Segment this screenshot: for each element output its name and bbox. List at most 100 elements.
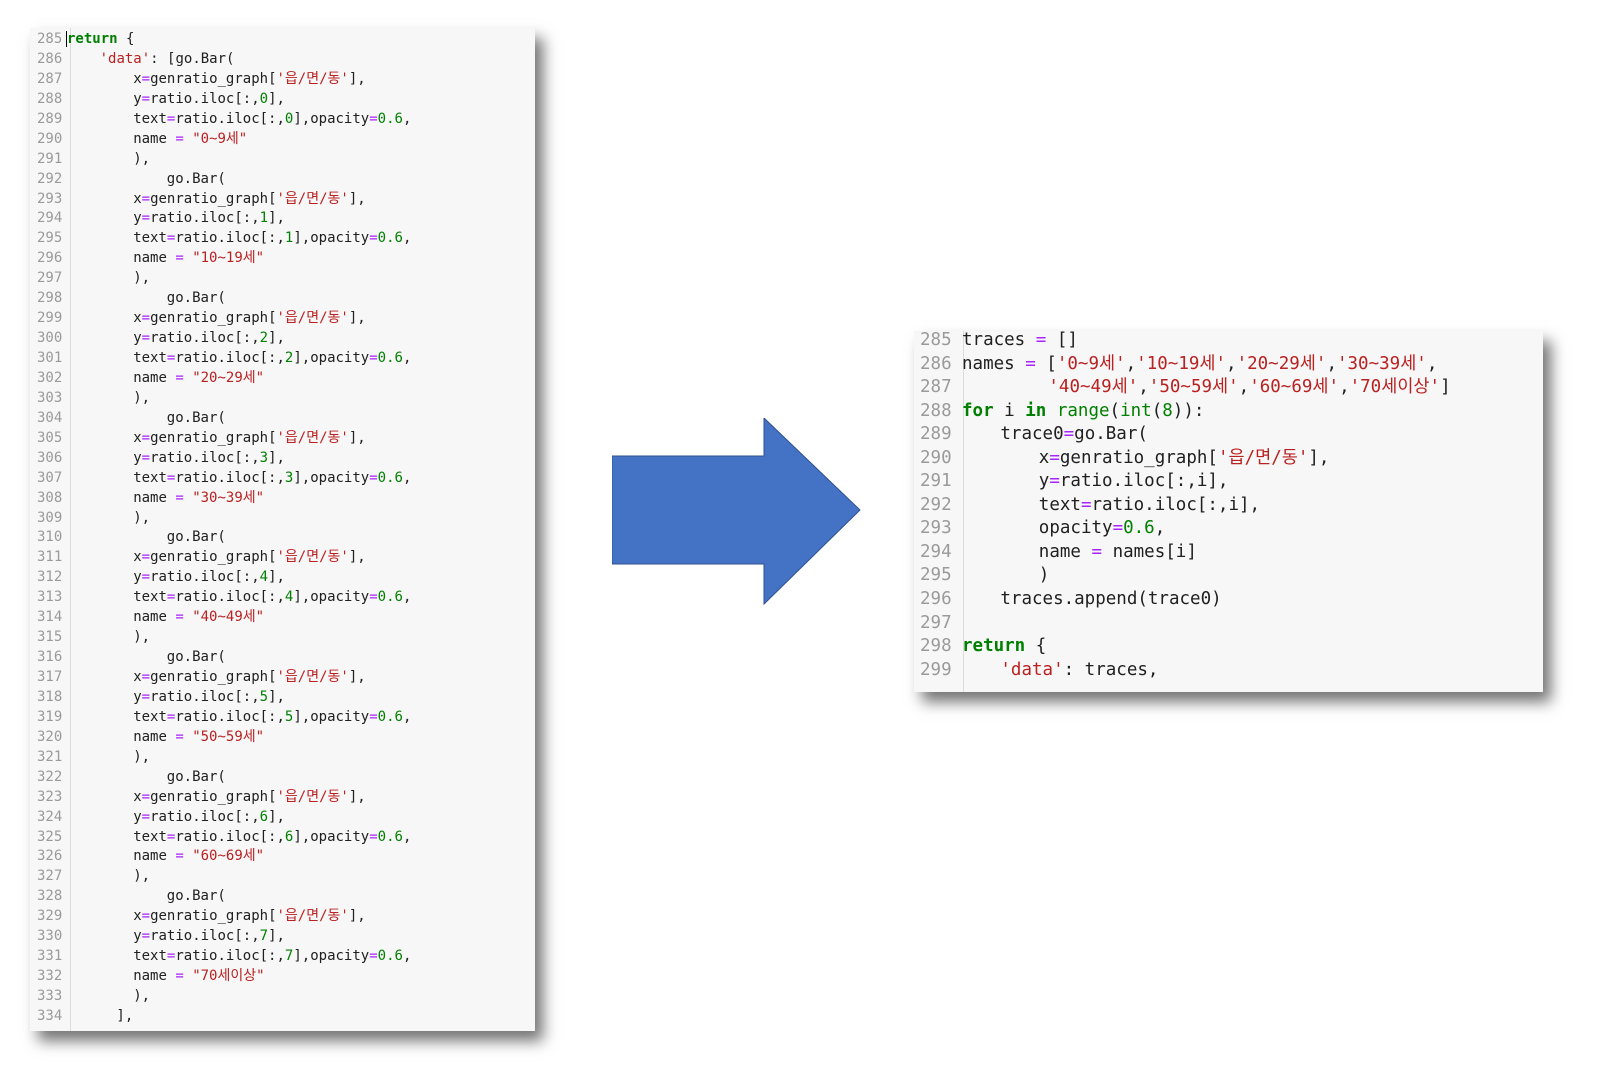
code-text: y=ratio.iloc[:,3], (133, 449, 285, 469)
code-token: ratio.iloc[:, (175, 708, 285, 725)
name-item-string: '20~29세' (1236, 353, 1327, 374)
code-text: ], (116, 1007, 133, 1027)
code-text: x=genratio_graph['읍/면/동'], (1039, 447, 1330, 471)
code-token: ratio.iloc[:, (175, 948, 285, 965)
code-token: = (1049, 471, 1060, 492)
bar-name-string: "50~59세" (192, 728, 265, 745)
go-bar-call: go.Bar( (166, 170, 226, 187)
code-token: y (133, 449, 142, 466)
code-text: return { (66, 30, 134, 50)
code-line: 320 name = "50~59세" (30, 728, 535, 748)
code-line: 328 go.Bar( (30, 887, 535, 907)
code-token: = (1014, 353, 1047, 374)
code-token: names[i] (1112, 541, 1197, 562)
bar-name-string: "30~39세" (192, 489, 265, 506)
code-text: 'data': [go.Bar( (100, 50, 235, 70)
code-text: text=ratio.iloc[:,6],opacity=0.6, (133, 828, 411, 848)
code-token: ratio.iloc[:, (175, 110, 285, 127)
column-string: '읍/면/동' (276, 788, 349, 805)
line-number: 311 (37, 549, 63, 566)
code-token: ), (133, 868, 151, 885)
code-text: y=ratio.iloc[:,4], (133, 568, 285, 588)
go-bar-call: go.Bar( (166, 888, 226, 905)
code-token: { (117, 31, 135, 47)
code-token: = (141, 330, 151, 347)
right-code-lines: 285 traces = [] 286 names = ['0~9세','10~19세… (914, 331, 1543, 682)
code-token: = (141, 210, 151, 227)
line-number: 288 (37, 90, 63, 107)
code-token: genratio_graph[ (150, 70, 277, 87)
line-number: 332 (37, 968, 63, 985)
code-token: , (1125, 353, 1137, 374)
code-token: = (369, 589, 378, 606)
code-line: 322 go.Bar( (30, 768, 535, 788)
code-line: 299 x=genratio_graph['읍/면/동'], (30, 309, 535, 329)
code-text: text=ratio.iloc[:,i], (1039, 494, 1260, 518)
line-number: 301 (37, 350, 63, 366)
line-number: 328 (37, 888, 63, 905)
line-number: 298 (37, 290, 63, 307)
code-punctuation: ( (1109, 400, 1121, 421)
code-token: ratio.iloc[:, (150, 688, 260, 705)
code-token: [] (1056, 331, 1078, 350)
code-line: 290 x=genratio_graph['읍/면/동'], (914, 447, 1543, 471)
line-number: 287 (920, 377, 952, 398)
code-token: = (369, 350, 378, 366)
code-line: 305 x=genratio_graph['읍/면/동'], (30, 429, 535, 449)
code-text: name = "40~49세" (133, 608, 264, 628)
line-number: 300 (37, 330, 63, 347)
line-number: 292 (37, 170, 63, 187)
go-bar-call: go.Bar( (166, 649, 226, 666)
column-string: '읍/면/동' (276, 669, 349, 685)
code-token: = (166, 130, 193, 147)
code-text: opacity=0.6, (1039, 517, 1165, 541)
code-token: ], (116, 1007, 134, 1024)
in-keyword: in (1025, 400, 1047, 421)
code-token: ],opacity (293, 708, 370, 725)
code-line: 330 y=ratio.iloc[:,7], (30, 927, 535, 947)
code-line: 308 name = "30~39세" (30, 489, 535, 509)
code-line: 292 go.Bar( (30, 170, 535, 190)
code-token: = (141, 90, 151, 107)
code-token: name (133, 848, 167, 865)
code-token: ] (1440, 377, 1451, 398)
line-number: 315 (37, 629, 63, 646)
code-token: = (141, 70, 151, 87)
line-number: 321 (37, 748, 63, 765)
code-token: = (1080, 541, 1113, 562)
code-line: 310 go.Bar( (30, 528, 535, 548)
code-text: y=ratio.iloc[:,i], (1039, 470, 1229, 494)
code-token: x (133, 669, 142, 685)
code-token: = (166, 250, 193, 267)
code-token: ], (348, 669, 366, 685)
code-line: 329 x=genratio_graph['읍/면/동'], (30, 907, 535, 927)
code-line: 286 'data': [go.Bar( (30, 50, 535, 70)
code-token: names (962, 353, 1015, 374)
code-token: ratio.iloc[:, (150, 808, 260, 825)
left-code-panel: 285 return {286'data': [go.Bar(287 x=genra… (30, 28, 535, 1031)
line-number: 320 (37, 728, 63, 745)
code-token: traces.append(trace0) (1000, 589, 1222, 610)
code-text: name = "30~39세" (133, 489, 264, 509)
code-line: 292 text=ratio.iloc[:,i], (914, 494, 1543, 518)
code-text: text=ratio.iloc[:,1],opacity=0.6, (133, 229, 411, 249)
line-number: 306 (37, 449, 63, 466)
line-number: 310 (37, 529, 63, 546)
code-token: name (133, 130, 167, 147)
code-line: 285 traces = [] (914, 331, 1543, 353)
code-token: x (133, 429, 142, 446)
code-line: 300 y=ratio.iloc[:,2], (30, 329, 535, 349)
code-token: x (133, 908, 142, 925)
data-key: 'data' (99, 50, 151, 67)
code-token: 0.6 (377, 589, 403, 606)
code-token: , (402, 469, 412, 486)
code-token: ], (348, 788, 366, 805)
name-item-string: '30~39세' (1336, 353, 1427, 374)
code-token: ], (268, 928, 285, 945)
code-token: traces (962, 331, 1026, 350)
code-token: 0.6 (1123, 518, 1155, 539)
bar-name-string: "20~29세" (192, 369, 265, 386)
code-text: text=ratio.iloc[:,7],opacity=0.6, (133, 947, 411, 967)
code-text: y=ratio.iloc[:,0], (133, 90, 285, 110)
code-token: , (1238, 377, 1250, 398)
